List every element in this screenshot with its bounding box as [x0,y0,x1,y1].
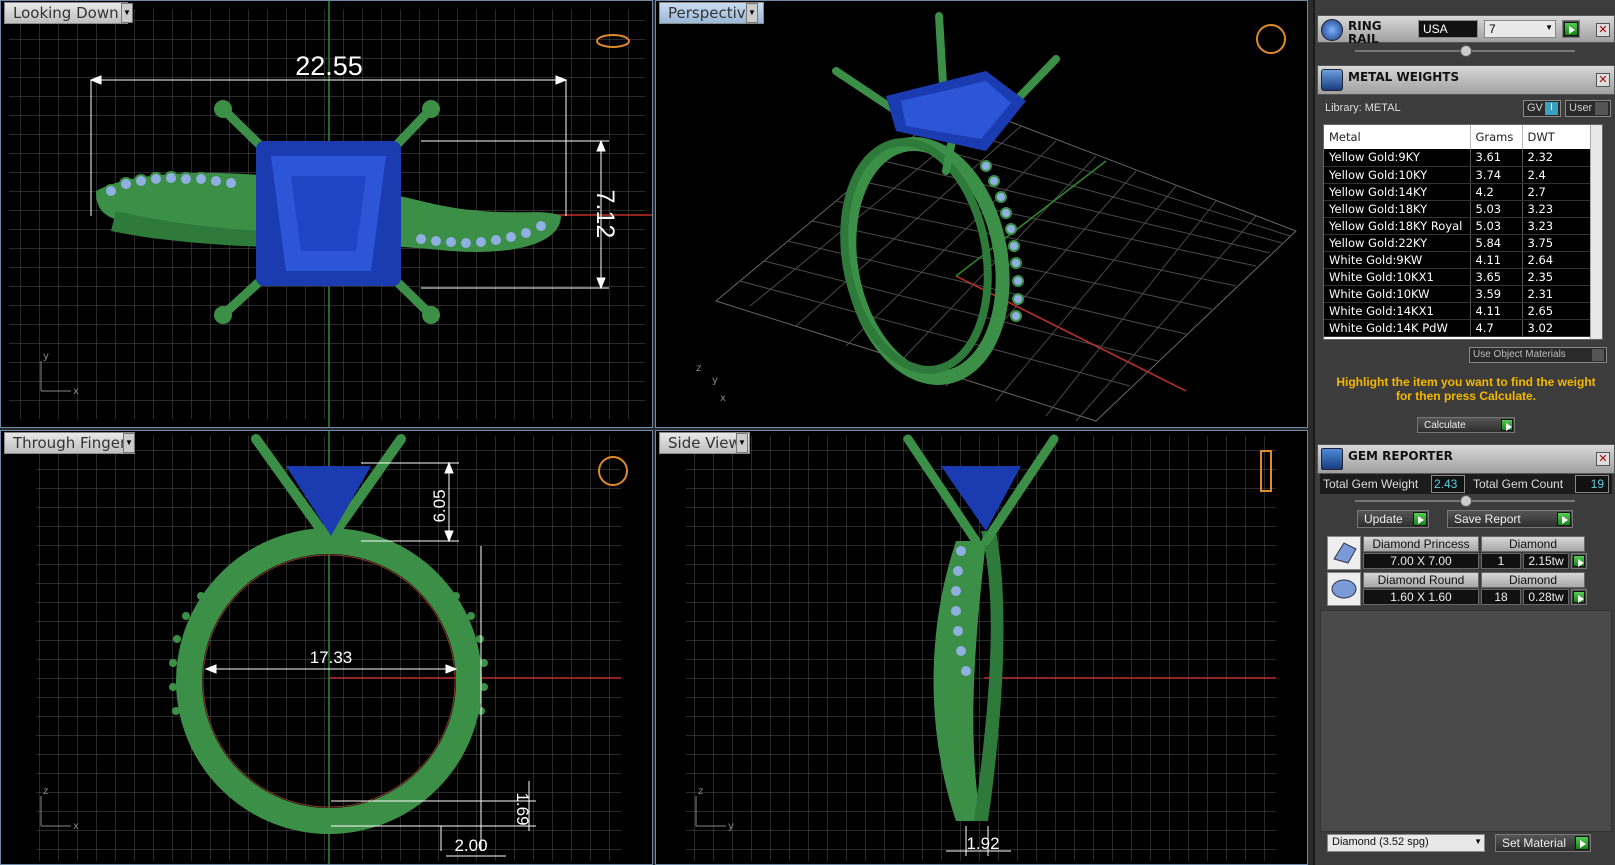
viewport-through-finger[interactable]: 6.05 17.33 1.69 2.00 z x Through Finger … [0,430,653,865]
total-gem-count-label: Total Gem Count [1473,477,1564,491]
center-stone [256,141,401,286]
dim-inner-diameter: 17.33 [310,648,353,667]
side-view-canvas: 1.92 z y [686,434,1276,861]
column-header-metal[interactable]: Metal [1324,125,1471,149]
ring-rail-header: RING RAIL USA 7 ▼ ✕ [1317,15,1615,46]
gem-row-round[interactable]: Diamond Round Diamond 1.60 X 1.60 18 0.2… [1327,572,1609,606]
column-header-grams[interactable]: Grams [1470,125,1523,149]
total-gem-count-value: 19 [1575,475,1609,493]
gem-row-go-button[interactable] [1571,553,1587,569]
library-label: Library: METAL [1325,102,1401,114]
table-row[interactable]: Yellow Gold:18KY Royal 5.03 3.23 [1324,217,1592,235]
svg-text:x: x [73,386,79,397]
calculate-hint: Highlight the item you want to find the … [1336,375,1596,403]
chevron-down-icon[interactable]: ▼ [123,433,135,453]
slider-handle[interactable] [1460,495,1472,507]
ring-rail-title: RING RAIL [1348,19,1382,46]
set-material-button[interactable]: Set Material [1495,834,1591,852]
svg-text:z: z [43,786,48,797]
close-icon[interactable]: ✕ [1596,452,1610,466]
gem-reporter-title: GEM REPORTER [1348,449,1453,463]
use-object-materials-toggle[interactable]: Use Object Materials [1469,347,1607,363]
ring-rail-icon [1321,19,1343,41]
viewport-label-looking-down[interactable]: Looking Down [4,2,128,24]
gem-row-go-button[interactable] [1571,589,1587,605]
svg-text:z: z [698,786,703,797]
viewport-perspective[interactable]: z y x Perspective ▼ [655,0,1308,428]
gem-reporter-slider[interactable] [1355,495,1575,507]
right-panel: RING RAIL USA 7 ▼ ✕ METAL WEIGHTS ✕ Libr… [1313,0,1615,865]
dim-shank-thickness: 1.69 [513,792,532,825]
material-select[interactable]: Diamond (3.52 spg) ▼ [1327,834,1485,852]
diamond-round-icon [1327,572,1361,606]
gem-reporter-icon [1321,448,1343,470]
svg-text:y: y [43,351,49,362]
dim-prong-height: 6.05 [430,489,449,522]
table-row[interactable]: Yellow Gold:10KY 3.74 2.4 [1324,166,1592,184]
viewport-label-through-finger[interactable]: Through Finger [4,432,136,454]
gem-list-empty-area [1320,610,1612,832]
metal-weights-icon [1321,69,1343,91]
svg-text:x: x [720,393,726,404]
ring-size-select[interactable]: 7 ▼ [1484,20,1556,38]
chevron-down-icon[interactable]: ▼ [736,433,748,453]
looking-down-canvas: 22.55 7.12 y x [9,1,652,427]
dim-height: 7.12 [591,190,619,239]
close-icon[interactable]: ✕ [1596,23,1610,37]
svg-text:x: x [73,821,79,832]
chevron-down-icon[interactable]: ▼ [121,3,133,23]
perspective-canvas: z y x [696,12,1297,422]
viewport-side-view[interactable]: 1.92 z y Side View ▼ [655,430,1308,865]
ring-rail-apply-button[interactable] [1562,20,1580,38]
chevron-down-icon[interactable]: ▼ [746,3,758,23]
table-row[interactable]: Yellow Gold:14KY 4.2 2.7 [1324,183,1592,201]
save-report-button[interactable]: Save Report [1447,510,1573,528]
metal-weights-title: METAL WEIGHTS [1348,70,1460,84]
table-row[interactable]: Yellow Gold:22KY 5.84 3.75 [1324,234,1592,252]
ring-rail-slider[interactable] [1355,45,1575,57]
dim-side-width: 1.92 [966,834,999,853]
column-header-dwt[interactable]: DWT [1522,125,1592,149]
table-row[interactable]: White Gold:10KW 3.59 2.31 [1324,285,1592,303]
svg-text:z: z [696,363,701,374]
table-row[interactable]: Yellow Gold:18KY 5.03 3.23 [1324,200,1592,218]
gem-row-princess[interactable]: Diamond Princess Diamond 7.00 X 7.00 1 2… [1327,536,1609,570]
table-row[interactable]: White Gold:14K PdW 4.7 3.02 [1324,319,1592,337]
svg-text:y: y [728,821,734,832]
table-row[interactable]: White Gold:9KW 4.11 2.64 [1324,251,1592,269]
gem-reporter-header: GEM REPORTER ✕ [1317,444,1615,474]
dim-width: 22.55 [295,51,363,81]
ring-orientation-icon [1256,24,1286,54]
calculate-button[interactable]: Calculate [1417,417,1515,433]
slider-handle[interactable] [1460,45,1472,57]
table-row[interactable]: Yellow Gold:9KY 3.61 2.32 [1324,149,1592,167]
metal-weights-header: METAL WEIGHTS ✕ [1317,65,1615,95]
chevron-down-icon: ▼ [1474,837,1482,846]
total-gem-weight-label: Total Gem Weight [1323,477,1419,491]
dim-shank-width: 2.00 [454,836,487,855]
svg-text:y: y [712,375,718,386]
table-row[interactable]: White Gold:10KX1 3.65 2.35 [1324,268,1592,286]
total-gem-weight-value: 2.43 [1431,475,1465,493]
viewport-looking-down[interactable]: 22.55 7.12 y x Looking Down ▼ [0,0,653,428]
metal-table: Metal Grams DWT Yellow Gold:9KY 3.61 2.32 … [1323,124,1603,340]
table-scrollbar[interactable] [1590,125,1602,339]
chevron-down-icon: ▼ [1545,23,1553,32]
gv-toggle[interactable]: GV I [1523,100,1561,117]
user-toggle[interactable]: User [1565,100,1611,117]
through-finger-canvas: 6.05 17.33 1.69 2.00 z x [36,431,628,864]
update-button[interactable]: Update [1357,510,1429,528]
diamond-princess-icon [1327,536,1361,570]
region-field[interactable]: USA [1418,20,1478,38]
table-row[interactable]: White Gold:14KX1 4.11 2.65 [1324,302,1592,320]
close-icon[interactable]: ✕ [1596,73,1610,87]
app-window: 22.55 7.12 y x Looking Down ▼ z y x Pers… [0,0,1615,865]
